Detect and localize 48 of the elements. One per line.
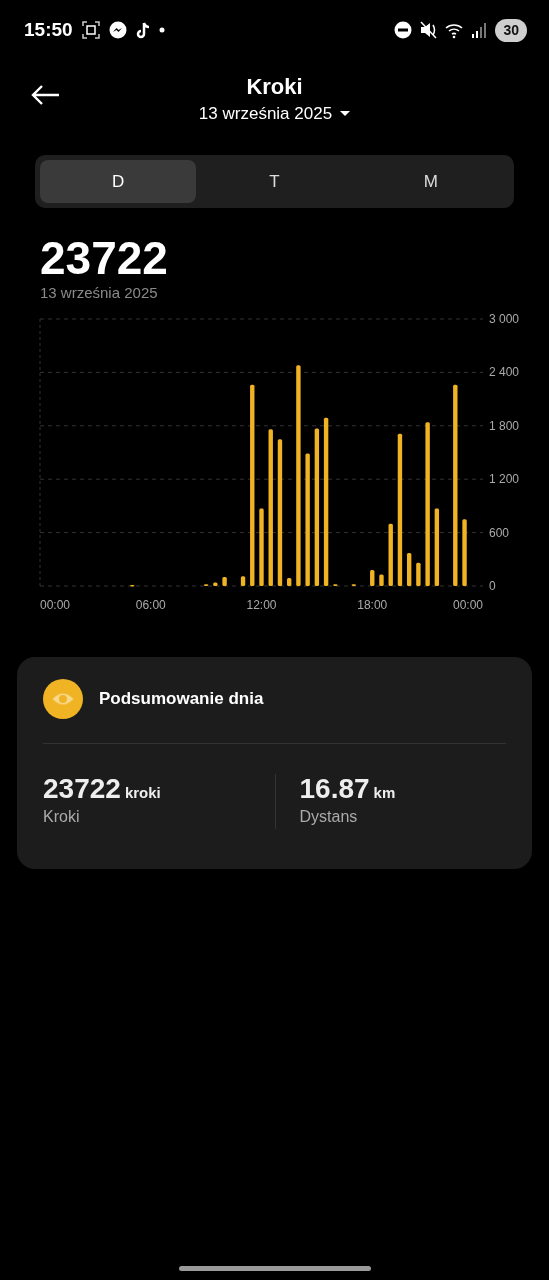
y-tick-label: 2 400 xyxy=(489,365,520,380)
period-tab[interactable]: D xyxy=(40,160,197,203)
screenshot-icon xyxy=(80,20,101,40)
period-tab[interactable]: M xyxy=(352,160,509,203)
y-tick-label: 1 800 xyxy=(489,418,520,433)
x-tick-label: 06:00 xyxy=(135,597,166,611)
y-tick-label: 3 000 xyxy=(489,311,520,326)
bar xyxy=(370,569,375,586)
eye-icon xyxy=(43,678,83,719)
signal-icon xyxy=(471,21,488,39)
bar xyxy=(213,582,218,586)
bar xyxy=(130,584,135,587)
x-tick-label: 12:00 xyxy=(246,597,277,611)
x-tick-label: 18:00 xyxy=(357,597,388,611)
stat-unit: km xyxy=(373,783,396,801)
bar xyxy=(388,523,393,586)
back-button[interactable] xyxy=(30,82,62,106)
bar xyxy=(406,552,412,586)
bar xyxy=(462,519,467,586)
y-tick-label: 0 xyxy=(489,578,496,593)
period-tab[interactable]: T xyxy=(196,160,353,203)
x-tick-label: 00:00 xyxy=(452,597,483,611)
stat-label: Kroki xyxy=(43,806,81,827)
bar xyxy=(287,577,292,586)
bar xyxy=(222,576,227,586)
y-tick-label: 1 200 xyxy=(489,472,520,486)
dot-icon xyxy=(158,27,165,33)
bar xyxy=(379,574,384,586)
x-tick-label: 00:00 xyxy=(40,597,71,611)
do-not-disturb-icon xyxy=(394,21,413,39)
stat-label: Dystans xyxy=(299,806,359,827)
card-title: Podsumowanie dnia xyxy=(99,688,264,711)
bar xyxy=(416,562,421,586)
caret-icon xyxy=(340,111,351,117)
stat-value: 16.87 xyxy=(299,772,370,804)
clock: 15:50 xyxy=(24,17,73,42)
wifi-icon xyxy=(445,21,464,39)
y-tick-label: 600 xyxy=(489,525,510,540)
mute-icon xyxy=(420,21,438,39)
total-date: 13 września 2025 xyxy=(40,283,159,304)
stat-unit: kroki xyxy=(124,783,161,801)
stat-value: 23722 xyxy=(43,772,121,804)
page-title: Kroki xyxy=(246,74,303,101)
date-selector[interactable]: 13 września 2025 xyxy=(198,101,351,127)
step-total: 23722 xyxy=(40,234,169,283)
back-arrow-icon xyxy=(30,82,62,107)
bar xyxy=(240,576,246,586)
battery-indicator: 30 xyxy=(495,18,527,42)
